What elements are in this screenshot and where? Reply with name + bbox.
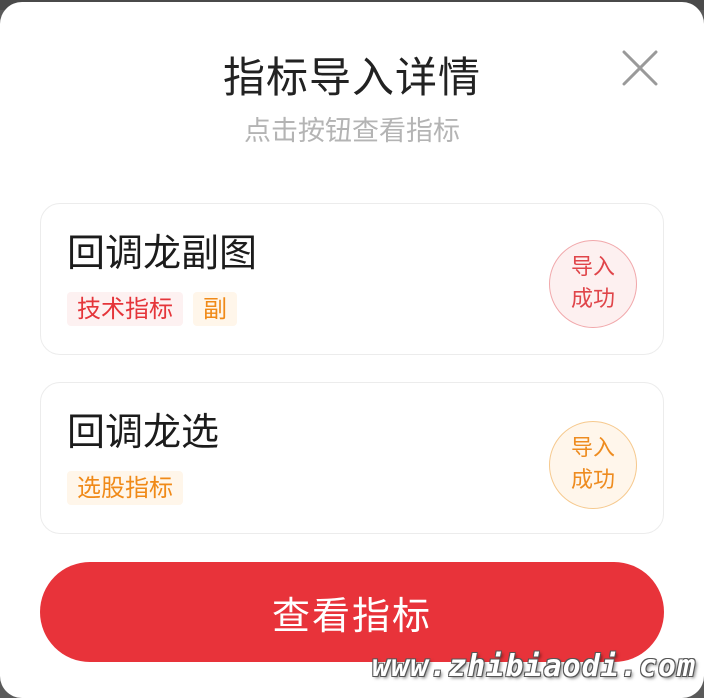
stamp-line-1: 导入 [570,436,615,461]
indicator-name: 回调龙选 [67,410,220,454]
import-detail-dialog: 指标导入详情 点击按钮查看指标 回调龙副图 技术指标 副 导入 成功 回调龙选 … [0,2,704,698]
indicator-tags: 技术指标 副 [67,292,237,326]
indicator-card: 回调龙选 选股指标 导入 成功 [40,382,664,534]
indicator-tags: 选股指标 [67,471,183,505]
stamp-line-1: 导入 [570,255,615,280]
stamp-line-2: 成功 [570,287,615,312]
import-success-stamp: 导入 成功 [549,240,637,328]
site-watermark: www.zhibiaodi.com [371,649,696,684]
indicator-name: 回调龙副图 [67,231,258,275]
stamp-line-2: 成功 [570,468,615,493]
import-success-stamp: 导入 成功 [549,421,637,509]
tag-type: 技术指标 [67,292,183,326]
view-indicators-button[interactable]: 查看指标 [40,562,664,662]
tag-type: 选股指标 [67,471,183,505]
dialog-title: 指标导入详情 [222,53,481,102]
tag-sub: 副 [193,292,237,326]
dialog-subtitle: 点击按钮查看指标 [244,116,460,147]
indicator-card: 回调龙副图 技术指标 副 导入 成功 [40,203,664,355]
close-icon[interactable] [616,44,664,92]
